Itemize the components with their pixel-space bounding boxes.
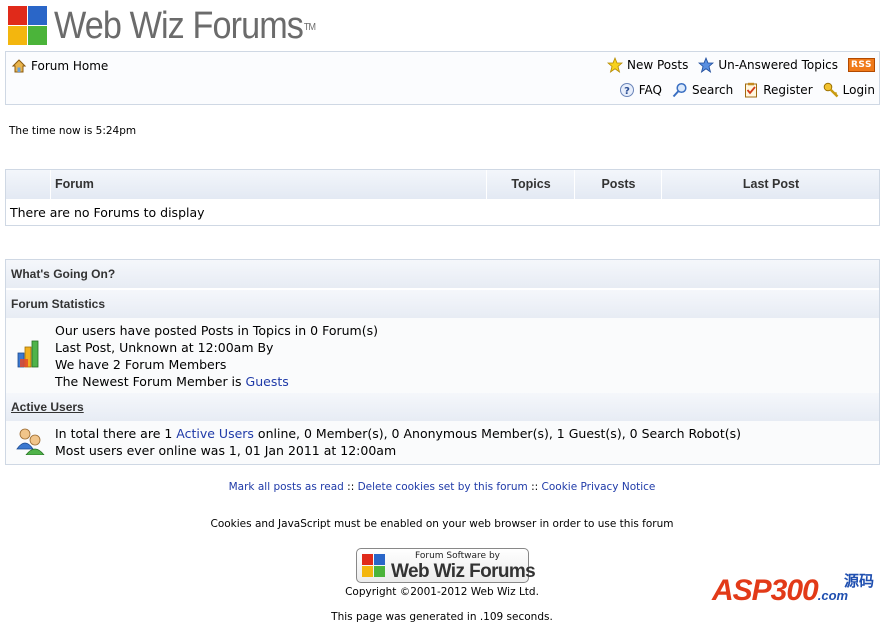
login-link[interactable]: Login: [823, 82, 875, 98]
users-icon: [16, 428, 45, 455]
cookie-privacy-link[interactable]: Cookie Privacy Notice: [542, 481, 656, 493]
unanswered-topics-link[interactable]: Un-Answered Topics: [698, 57, 838, 73]
most-users-online-line: Most users ever online was 1, 01 Jan 201…: [55, 443, 397, 458]
forum-statistics-title: Forum Statistics: [6, 290, 879, 318]
forum-table: Forum Topics Posts Last Post There are n…: [5, 169, 880, 226]
generation-time-text: This page was generated in .109 seconds.: [331, 611, 553, 623]
column-last-post: Last Post: [661, 170, 880, 199]
statistics-chart-icon: [17, 340, 39, 368]
whats-going-on-title: What's Going On?: [6, 260, 879, 288]
cookies-required-message: Cookies and JavaScript must be enabled o…: [210, 518, 674, 530]
search-icon: [672, 82, 687, 98]
stats-posts-line: Our users have posted Posts in Topics in…: [55, 323, 378, 338]
nav-bar: Forum Home New Posts Un-Answered Topics …: [5, 51, 880, 105]
register-link[interactable]: Register: [743, 82, 813, 98]
help-icon: ?: [619, 83, 634, 97]
delete-cookies-link[interactable]: Delete cookies set by this forum: [358, 481, 528, 493]
logo-text: Web Wiz ForumsTM: [54, 5, 316, 47]
star-icon: [607, 57, 623, 73]
column-posts: Posts: [574, 170, 662, 199]
footer-links: Mark all posts as read :: Delete cookies…: [0, 481, 884, 493]
stats-members-line: We have 2 Forum Members: [55, 357, 227, 372]
new-posts-link[interactable]: New Posts: [607, 57, 688, 73]
badge-small-text: Forum Software by: [415, 551, 500, 561]
current-time-text: The time now is 5:24pm: [9, 125, 137, 137]
svg-text:?: ?: [624, 86, 630, 97]
active-users-body: In total there are 1 Active Users online…: [6, 421, 879, 464]
web-wiz-badge[interactable]: Forum Software by Web Wiz Forums: [356, 548, 536, 583]
statistics-lines: Our users have posted Posts in Topics in…: [55, 322, 378, 390]
separator: ::: [527, 481, 542, 493]
column-topics: Topics: [486, 170, 575, 199]
active-users-title-link[interactable]: Active Users: [11, 400, 84, 414]
trademark: TM: [303, 22, 316, 33]
badge-big-text: Web Wiz Forums: [391, 561, 536, 582]
active-users-title-bar: Active Users: [6, 393, 879, 421]
newest-member-link[interactable]: Guests: [246, 374, 289, 389]
mark-all-read-link[interactable]: Mark all posts as read: [229, 481, 344, 493]
forum-table-header: Forum Topics Posts Last Post: [6, 170, 879, 199]
active-users-link[interactable]: Active Users: [176, 426, 254, 441]
site-logo[interactable]: Web Wiz ForumsTM: [8, 5, 344, 47]
home-icon: [11, 59, 27, 73]
key-icon: [823, 82, 838, 98]
blue-star-icon: [698, 57, 715, 73]
stats-last-post-line: Last Post, Unknown at 12:00am By: [55, 340, 274, 355]
register-icon: [745, 82, 758, 98]
logo-squares-icon: [8, 6, 48, 46]
active-users-total-line: In total there are 1 Active Users online…: [55, 426, 742, 441]
faq-link[interactable]: ? FAQ: [619, 82, 662, 98]
rss-button[interactable]: RSS: [848, 58, 875, 72]
stats-newest-member-line: The Newest Forum Member is Guests: [55, 374, 289, 389]
search-link[interactable]: Search: [672, 82, 733, 98]
empty-forums-message: There are no Forums to display: [10, 205, 205, 220]
column-forum: Forum: [50, 170, 487, 199]
forum-statistics-body: Our users have posted Posts in Topics in…: [6, 318, 879, 393]
whats-going-on-panel: What's Going On? Forum Statistics Our us…: [5, 259, 880, 465]
forum-home-link[interactable]: Forum Home: [11, 58, 108, 74]
separator: ::: [343, 481, 358, 493]
asp300-watermark: ASP300.com 源码: [712, 573, 875, 607]
active-users-lines: In total there are 1 Active Users online…: [55, 425, 741, 459]
